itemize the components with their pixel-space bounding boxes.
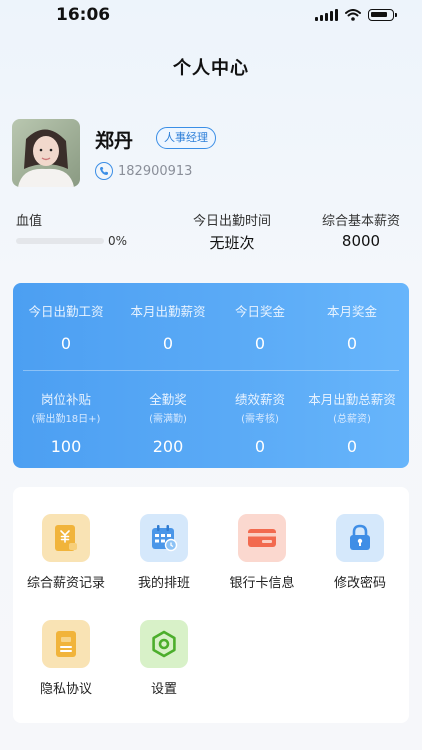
lock-icon: [336, 514, 384, 562]
today-attendance-wage: 今日出勤工资 0: [16, 301, 116, 353]
avatar[interactable]: [12, 119, 80, 187]
health-label: 血值: [16, 214, 43, 229]
menu-card: 综合薪资记录 我的排班 银行卡信息 修改密码 隐私协议 设置: [13, 487, 409, 723]
phone-number: 182900913: [118, 163, 193, 179]
today-time-label: 今日出勤时间: [192, 214, 271, 229]
stat-label: 本月奖金: [326, 304, 377, 319]
document-icon: [42, 620, 90, 668]
status-time: 16:06: [56, 5, 111, 25]
salary-summary-card: 今日出勤工资 0 本月出勤薪资 0 今日奖金 0 本月奖金 0 岗位补贴 (需出…: [13, 283, 409, 468]
stat-value: 0: [254, 334, 266, 353]
wifi-icon: [345, 8, 361, 21]
menu-label: 银行卡信息: [229, 576, 295, 591]
phone-icon: [95, 162, 113, 180]
month-bonus: 本月奖金 0: [302, 301, 402, 353]
month-total-salary: 本月出勤总薪资 (总薪资) 0: [302, 389, 402, 456]
page-title: 个人中心: [173, 58, 249, 79]
performance-salary: 绩效薪资 (需考核) 0: [210, 389, 310, 456]
menu-label: 设置: [150, 682, 177, 697]
health-progress-bar: [16, 238, 104, 244]
menu-item-change-password[interactable]: 修改密码: [311, 514, 409, 591]
menu-label: 我的排班: [137, 576, 190, 591]
base-salary-label: 综合基本薪资: [321, 214, 400, 229]
position-allowance: 岗位补贴 (需出勤18日+) 100: [16, 389, 116, 456]
menu-item-salary-records[interactable]: 综合薪资记录: [17, 514, 115, 591]
role-badge: 人事经理: [156, 127, 216, 149]
battery-icon: [368, 8, 397, 21]
stat-label: 今日奖金: [234, 304, 285, 319]
stat-label: 绩效薪资: [234, 392, 285, 407]
stat-value: 100: [50, 437, 82, 456]
menu-item-privacy-policy[interactable]: 隐私协议: [17, 620, 115, 697]
stat-value: 0: [60, 334, 72, 353]
menu-label: 修改密码: [333, 576, 386, 591]
bank-card-icon: [238, 514, 286, 562]
stat-label: 本月出勤总薪资: [308, 392, 396, 407]
phone-row: 182900913: [95, 162, 192, 180]
menu-label: 隐私协议: [39, 682, 92, 697]
stat-note: (需考核): [241, 414, 279, 425]
status-bar: 16:06: [0, 0, 422, 32]
stat-value: 0: [346, 334, 358, 353]
signal-icon: [315, 8, 338, 21]
stat-label: 今日出勤工资: [28, 304, 104, 319]
divider: [23, 370, 399, 371]
menu-item-bank-card[interactable]: 银行卡信息: [213, 514, 311, 591]
full-attendance-bonus: 全勤奖 (需满勤) 200: [118, 389, 218, 456]
stat-label: 本月出勤薪资: [130, 304, 206, 319]
status-icons: [315, 8, 397, 21]
stat-value: 200: [152, 437, 184, 456]
health-percent: 0%: [108, 234, 128, 248]
month-attendance-salary: 本月出勤薪资 0: [118, 301, 218, 353]
stat-label: 全勤奖: [149, 392, 187, 407]
user-name: 郑丹: [95, 130, 134, 152]
stat-label: 岗位补贴: [40, 392, 91, 407]
stat-note: (需满勤): [149, 414, 187, 425]
calendar-icon: [140, 514, 188, 562]
stat-value: 0: [162, 334, 174, 353]
menu-label: 综合薪资记录: [26, 576, 105, 591]
today-time-value: 无班次: [209, 234, 255, 252]
stat-value: 0: [346, 437, 358, 456]
gear-icon: [140, 620, 188, 668]
stat-value: 0: [254, 437, 266, 456]
stat-note: (总薪资): [333, 414, 371, 425]
menu-item-my-schedule[interactable]: 我的排班: [115, 514, 213, 591]
base-salary-value: 8000: [341, 232, 381, 250]
stat-note: (需出勤18日+): [31, 414, 101, 425]
salary-record-icon: [42, 514, 90, 562]
menu-item-settings[interactable]: 设置: [115, 620, 213, 697]
today-bonus: 今日奖金 0: [210, 301, 310, 353]
